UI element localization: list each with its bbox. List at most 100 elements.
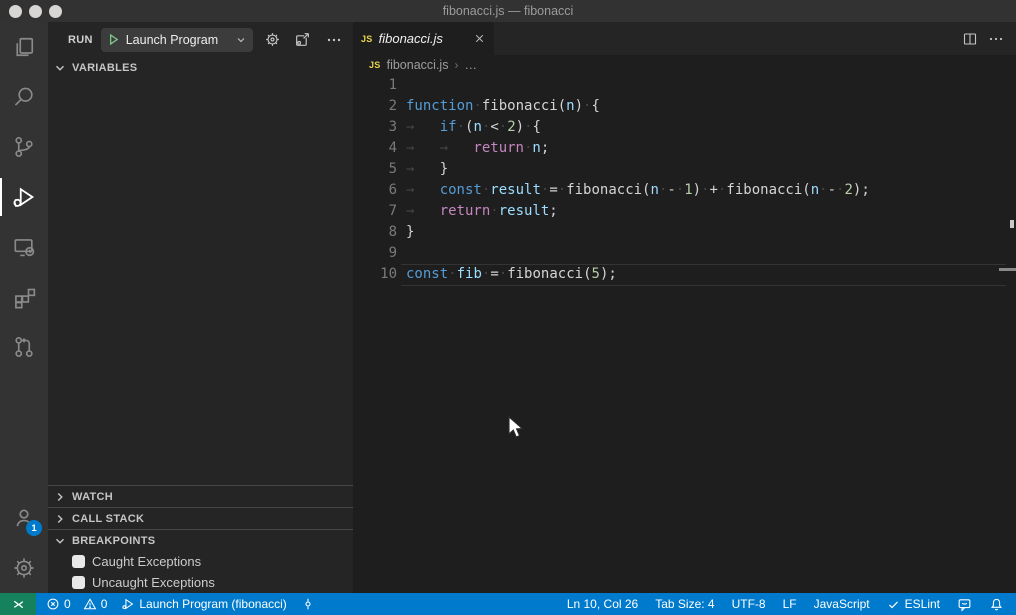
line-number: 4	[353, 138, 397, 159]
breadcrumb-file[interactable]: fibonacci.js	[387, 58, 449, 72]
sidebar-item-run-and-debug[interactable]	[0, 172, 48, 222]
linter-label: ESLint	[905, 597, 940, 611]
debug-toolbar: RUN Launch Program	[48, 22, 353, 57]
code-text: →→return·n;	[397, 138, 549, 159]
code-line[interactable]: 6→const·result·=·fibonacci(n·-·1)·+·fibo…	[353, 180, 1016, 201]
code-line[interactable]: 8}	[353, 222, 1016, 243]
section-call-stack[interactable]: CALL STACK	[48, 507, 353, 529]
error-count: 0	[64, 597, 71, 611]
warning-count: 0	[101, 597, 108, 611]
encoding-status[interactable]: UTF-8	[732, 597, 766, 611]
code-line[interactable]: 10const·fib·=·fibonacci(5);	[353, 264, 1016, 285]
language-mode-status[interactable]: JavaScript	[814, 597, 870, 611]
remote-icon	[11, 597, 26, 612]
open-launch-json-button[interactable]	[261, 28, 284, 52]
title-bar: fibonacci.js — fibonacci	[0, 0, 1016, 22]
sidebar-item-search[interactable]	[0, 72, 48, 122]
remote-indicator[interactable]	[0, 593, 36, 615]
code-line[interactable]: 7→return·result;	[353, 201, 1016, 222]
debug-console-button[interactable]	[292, 28, 315, 52]
code-text	[397, 243, 406, 264]
breakpoint-checkbox[interactable]	[72, 555, 85, 568]
feedback-icon[interactable]	[957, 597, 972, 612]
section-breakpoints[interactable]: BREAKPOINTS	[48, 529, 353, 551]
tab-fibonacci-js[interactable]: JS fibonacci.js	[353, 22, 494, 55]
cursor-position-status[interactable]: Ln 10, Col 26	[567, 597, 638, 611]
breakpoint-checkbox[interactable]	[72, 576, 85, 589]
start-debug-icon[interactable]	[107, 33, 120, 46]
run-and-debug-sidebar: RUN Launch Program	[48, 22, 353, 593]
settings-button[interactable]	[0, 543, 48, 593]
accounts-button[interactable]: 1	[0, 493, 48, 543]
code-text	[397, 75, 406, 96]
run-and-debug-icon	[11, 184, 37, 210]
breakpoint-row[interactable]: Caught Exceptions	[48, 551, 353, 572]
zoom-window-button[interactable]	[49, 5, 62, 18]
chevron-down-icon	[52, 533, 68, 549]
chevron-down-icon	[52, 60, 68, 76]
close-tab-icon[interactable]	[473, 32, 486, 45]
indentation-status[interactable]: Tab Size: 4	[655, 597, 714, 611]
section-watch[interactable]: WATCH	[48, 485, 353, 507]
warning-icon	[83, 597, 97, 611]
line-number: 2	[353, 96, 397, 117]
close-window-button[interactable]	[9, 5, 22, 18]
eol-status[interactable]: LF	[783, 597, 797, 611]
code-line[interactable]: 9	[353, 243, 1016, 264]
debug-config-dropdown[interactable]: Launch Program	[101, 28, 253, 52]
accounts-badge: 1	[26, 520, 42, 536]
problems-status[interactable]: 0 0	[46, 597, 107, 611]
line-number: 5	[353, 159, 397, 180]
activity-bar: 1	[0, 22, 48, 593]
breakpoint-label: Caught Exceptions	[92, 554, 201, 569]
code-text: →return·result;	[397, 201, 558, 222]
linter-status[interactable]: ESLint	[887, 597, 940, 611]
code-text: const·fib·=·fibonacci(5);	[397, 264, 617, 285]
chevron-right-icon	[52, 511, 68, 527]
debug-target-status[interactable]: Launch Program (fibonacci)	[121, 597, 286, 611]
remote-explorer-icon	[12, 235, 36, 259]
breadcrumb[interactable]: JS fibonacci.js › …	[353, 55, 1016, 75]
code-line[interactable]: 5→}	[353, 159, 1016, 180]
sidebar-item-github-pull-requests[interactable]	[0, 322, 48, 372]
code-line[interactable]: 1	[353, 75, 1016, 96]
section-variables[interactable]: VARIABLES	[48, 57, 353, 78]
tab-bar: JS fibonacci.js	[353, 22, 1016, 55]
sidebar-bottom-sections: WATCH CALL STACK BREAKPOINTS Caught Exce…	[48, 485, 353, 593]
minimize-window-button[interactable]	[29, 5, 42, 18]
breakpoint-row[interactable]: Uncaught Exceptions	[48, 572, 353, 593]
javascript-file-icon: JS	[361, 34, 373, 44]
pull-request-icon	[12, 335, 36, 359]
code-text: →const·result·=·fibonacci(n·-·1)·+·fibon…	[397, 180, 870, 201]
code-line[interactable]: 4→→return·n;	[353, 138, 1016, 159]
sidebar-item-source-control[interactable]	[0, 122, 48, 172]
section-label: VARIABLES	[72, 62, 137, 74]
notifications-bell-icon[interactable]	[989, 597, 1004, 612]
sidebar-item-explorer[interactable]	[0, 22, 48, 72]
views-more-actions-button[interactable]	[322, 28, 345, 52]
chevron-down-icon	[235, 34, 247, 46]
line-number: 7	[353, 201, 397, 222]
editor-actions	[962, 22, 1016, 55]
window-title: fibonacci.js — fibonacci	[443, 4, 574, 18]
error-icon	[46, 597, 60, 611]
editor-group: JS fibonacci.js JS fib	[353, 22, 1016, 593]
search-icon	[12, 85, 36, 109]
overview-ruler-cursor-mark	[1010, 220, 1014, 228]
check-icon	[887, 598, 900, 611]
sidebar-item-remote-explorer[interactable]	[0, 222, 48, 272]
editor-more-actions-icon[interactable]	[988, 31, 1004, 47]
code-line[interactable]: 3→if·(n·<·2)·{	[353, 117, 1016, 138]
code-editor[interactable]: 12function·fibonacci(n)·{3→if·(n·<·2)·{4…	[353, 75, 1016, 593]
debug-config-name: Launch Program	[126, 33, 229, 47]
gear-icon	[12, 556, 36, 580]
code-line[interactable]: 2function·fibonacci(n)·{	[353, 96, 1016, 117]
split-editor-icon[interactable]	[962, 31, 978, 47]
breakpoints-list: Caught Exceptions Uncaught Exceptions	[48, 551, 353, 593]
sidebar-item-extensions[interactable]	[0, 272, 48, 322]
window-controls	[9, 5, 62, 18]
commit-icon[interactable]	[301, 597, 315, 611]
breadcrumb-symbol[interactable]: …	[464, 58, 477, 72]
debug-start-icon	[121, 597, 135, 611]
debug-target-label: Launch Program (fibonacci)	[139, 597, 286, 611]
